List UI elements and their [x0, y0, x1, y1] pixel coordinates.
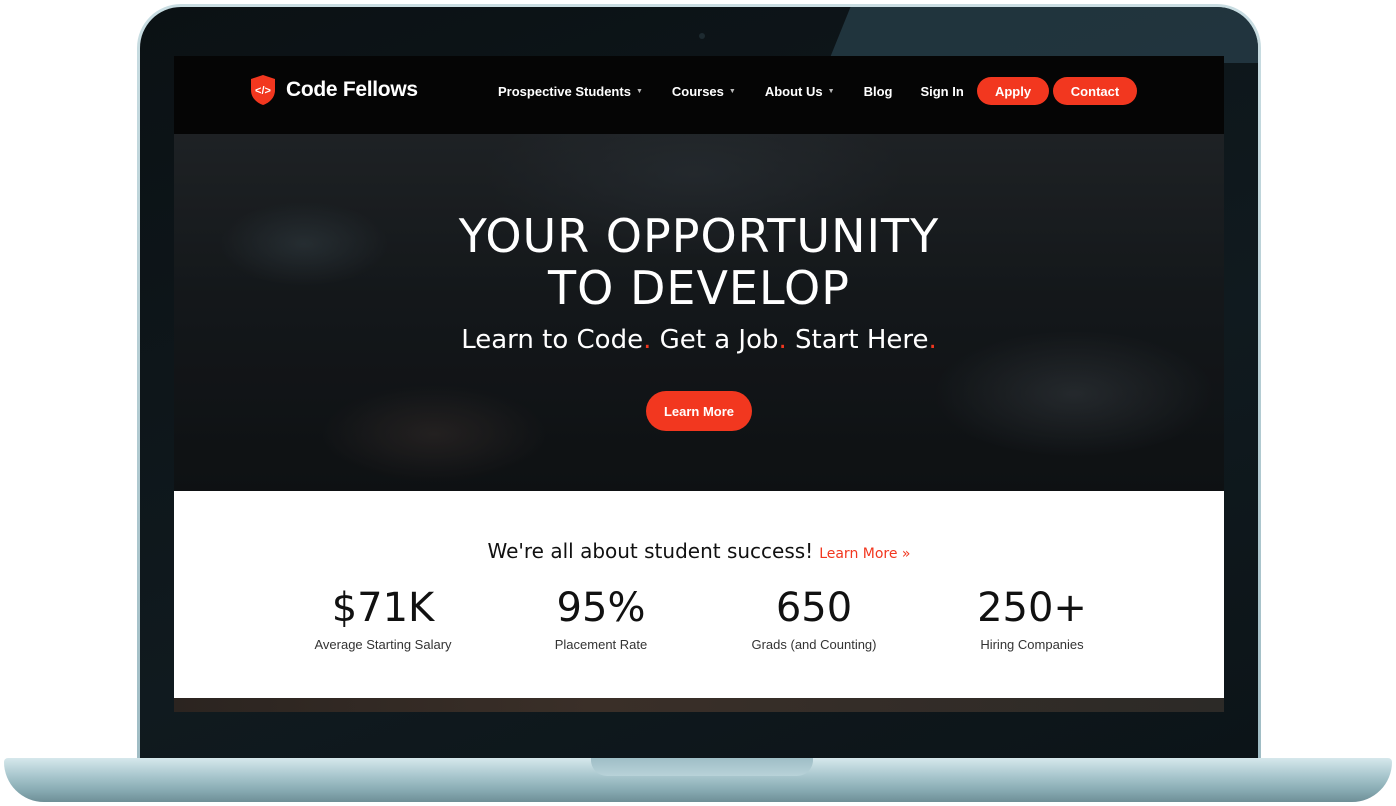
- nav-item-sign-in[interactable]: Sign In: [920, 84, 963, 99]
- hero-section: YOUR OPPORTUNITY TO DEVELOP Learn to Cod…: [174, 134, 1224, 491]
- nav-item-about-us[interactable]: About Us ▼: [765, 84, 835, 99]
- stats-learn-more-link[interactable]: Learn More »: [819, 546, 910, 562]
- subtitle-dot: .: [778, 325, 787, 355]
- nav-item-courses[interactable]: Courses ▼: [672, 84, 736, 99]
- contact-button[interactable]: Contact: [1053, 77, 1137, 105]
- hero-subtitle-part: Learn to Code: [461, 325, 644, 355]
- nav-item-label: Prospective Students: [498, 83, 631, 99]
- hero-subtitle-part: Get a Job: [659, 325, 779, 355]
- chevron-down-icon: ▼: [728, 87, 736, 95]
- logo-glyph: </>: [255, 85, 271, 97]
- laptop-screen: </> Code Fellows Prospective Students ▼ …: [174, 56, 1224, 712]
- stat-label: Hiring Companies: [980, 637, 1084, 652]
- stats-headline: We're all about student success! Learn Mo…: [174, 539, 1224, 563]
- hero-subtitle: Learn to Code. Get a Job. Start Here.: [174, 325, 1224, 355]
- stat-label: Grads (and Counting): [751, 637, 877, 652]
- stat-value: 250+: [977, 585, 1087, 631]
- hero-title-line-2: TO DEVELOP: [548, 261, 850, 315]
- hero-title-line-1: YOUR OPPORTUNITY: [458, 209, 940, 263]
- stats-section: We're all about student success! Learn Mo…: [174, 491, 1224, 698]
- subtitle-dot: .: [643, 325, 652, 355]
- nav-item-label: Courses: [671, 83, 724, 99]
- code-shield-icon: </>: [251, 75, 275, 105]
- chevron-down-icon: ▼: [827, 87, 835, 95]
- stat-average-salary: $71K Average Starting Salary: [283, 583, 483, 652]
- stat-label: Average Starting Salary: [314, 637, 452, 652]
- stat-value: 95%: [556, 585, 646, 631]
- site-logo[interactable]: </> Code Fellows: [248, 74, 418, 106]
- stat-value: 650: [775, 585, 853, 631]
- stat-label: Placement Rate: [554, 637, 648, 652]
- nav-item-label: Blog: [863, 83, 893, 99]
- webcam: [699, 33, 705, 39]
- nav-item-blog[interactable]: Blog: [864, 84, 893, 99]
- learn-more-button[interactable]: Learn More: [646, 391, 752, 431]
- hero-subtitle-part: Start Here: [795, 325, 929, 355]
- nav-item-prospective-students[interactable]: Prospective Students ▼: [498, 84, 643, 99]
- subtitle-dot: .: [928, 325, 937, 355]
- laptop-base: [4, 758, 1392, 802]
- chevron-down-icon: ▼: [635, 87, 643, 95]
- site-navbar: </> Code Fellows Prospective Students ▼ …: [174, 56, 1224, 134]
- next-section-peek: [174, 698, 1224, 712]
- hero-title: YOUR OPPORTUNITY TO DEVELOP: [174, 210, 1224, 314]
- nav-item-label: Sign In: [920, 83, 964, 99]
- laptop-notch: [591, 758, 813, 776]
- stat-grads: 650 Grads (and Counting): [714, 583, 914, 652]
- stat-placement-rate: 95% Placement Rate: [501, 583, 701, 652]
- nav-links: Prospective Students ▼ Courses ▼ About U…: [498, 78, 992, 104]
- bezel-glare: [827, 7, 1258, 63]
- stats-headline-text: We're all about student success!: [487, 539, 814, 563]
- apply-button[interactable]: Apply: [977, 77, 1049, 105]
- stat-value: $71K: [331, 585, 435, 631]
- brand-name: Code Fellows: [286, 78, 418, 101]
- nav-item-label: About Us: [764, 83, 823, 99]
- stat-hiring-companies: 250+ Hiring Companies: [932, 583, 1132, 652]
